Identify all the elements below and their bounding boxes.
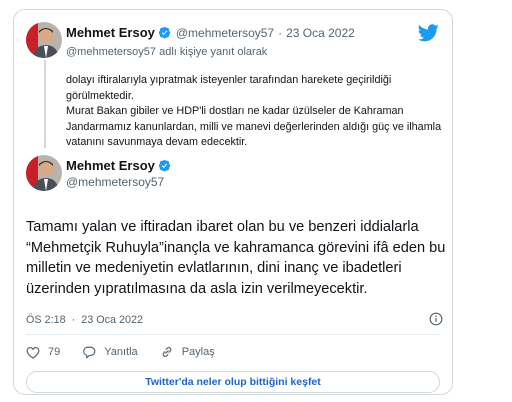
divider bbox=[26, 334, 440, 335]
reply-button[interactable]: Yanıtla bbox=[82, 346, 138, 359]
main-tweet-text: Tamamı yalan ve iftiradan ibaret olan bu… bbox=[26, 219, 446, 297]
heart-icon bbox=[26, 346, 40, 359]
author-handle[interactable]: @mehmetersoy57 bbox=[176, 26, 274, 40]
share-icon bbox=[162, 347, 172, 357]
author-handle[interactable]: @mehmetersoy57 bbox=[66, 175, 164, 189]
avatar[interactable] bbox=[26, 155, 62, 191]
share-button[interactable]: Paylaş bbox=[160, 345, 215, 359]
tweet-embed-card: Mehmet Ersoy @mehmetersoy57 · 23 Oca 202… bbox=[13, 9, 453, 395]
separator-dot: · bbox=[278, 25, 283, 40]
avatar-image bbox=[26, 155, 62, 191]
parent-header: Mehmet Ersoy @mehmetersoy57 · 23 Oca 202… bbox=[66, 25, 355, 40]
reply-label: Yanıtla bbox=[104, 346, 138, 358]
explore-twitter-button[interactable]: Twitter'da neler olup bittiğini keşfet bbox=[26, 371, 440, 393]
avatar-image bbox=[26, 22, 62, 58]
parent-tweet-text: dolayı iftiralarıyla yıpratmak isteyenle… bbox=[66, 73, 446, 151]
tweet-date: 23 Oca 2022 bbox=[81, 314, 144, 326]
share-label: Paylaş bbox=[181, 346, 215, 358]
author-name[interactable]: Mehmet Ersoy bbox=[66, 25, 155, 40]
tweet-time: ÖS 2:18 bbox=[26, 314, 66, 326]
author-name[interactable]: Mehmet Ersoy bbox=[66, 158, 155, 173]
parent-paragraph: dolayı iftiralarıyla yıpratmak isteyenle… bbox=[66, 74, 392, 102]
tweet-date[interactable]: 23 Oca 2022 bbox=[286, 26, 355, 40]
tweet-actions: 79 Yanıtla Paylaş bbox=[26, 345, 237, 359]
twitter-bird-icon[interactable] bbox=[418, 24, 439, 42]
verified-badge-icon bbox=[158, 159, 171, 172]
info-icon[interactable] bbox=[429, 312, 443, 326]
like-button[interactable]: 79 bbox=[26, 346, 60, 359]
like-count: 79 bbox=[48, 346, 61, 358]
parent-paragraph: Murat Bakan gibiler ve HDP'li dostları n… bbox=[66, 105, 442, 148]
avatar[interactable] bbox=[26, 22, 62, 58]
main-author-line: Mehmet Ersoy bbox=[66, 158, 171, 173]
reply-icon bbox=[83, 346, 96, 358]
verified-badge-icon bbox=[158, 26, 171, 39]
thread-connector-line bbox=[44, 60, 46, 148]
reply-context[interactable]: @mehmetersoy57 adlı kişiye yanıt olarak bbox=[66, 46, 267, 58]
tweet-timestamp[interactable]: ÖS 2:18 · 23 Oca 2022 bbox=[26, 314, 143, 326]
separator-dot: · bbox=[71, 314, 76, 326]
